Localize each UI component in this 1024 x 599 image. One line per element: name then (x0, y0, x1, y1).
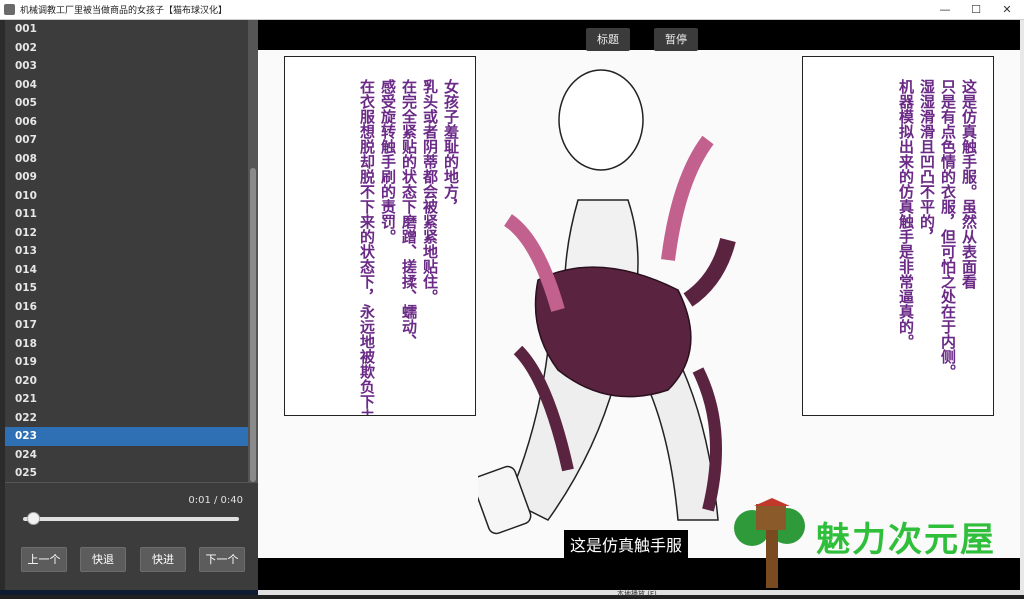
left-panel-line: 感受旋转触手刷的责罚。 (379, 79, 397, 244)
next-button[interactable]: 下一个 (199, 547, 245, 572)
app-icon (4, 4, 15, 15)
episode-item[interactable]: 014 (5, 261, 248, 280)
left-panel-line: 在完全紧贴的状态下磨蹭、搓揉、蠕动、 (400, 79, 418, 349)
time-display: 0:01 / 0:40 (188, 495, 243, 506)
left-text-panel: 女孩子羞耻的地方， 乳头或者阴蒂都会被紧紧地贴住。 在完全紧贴的状态下磨蹭、搓揉… (284, 56, 476, 416)
seek-handle[interactable] (28, 513, 40, 524)
episode-item[interactable]: 010 (5, 187, 248, 206)
episode-item[interactable]: 013 (5, 242, 248, 261)
manga-frame: 女孩子羞耻的地方， 乳头或者阴蒂都会被紧紧地贴住。 在完全紧贴的状态下磨蹭、搓揉… (258, 50, 1020, 558)
treehouse-logo-icon (734, 498, 805, 588)
episode-item[interactable]: 006 (5, 113, 248, 132)
window-title: 机械调教工厂里被当做商品的女孩子【猫布球汉化】 (20, 6, 228, 16)
episode-item[interactable]: 007 (5, 131, 248, 150)
episode-item[interactable]: 022 (5, 409, 248, 428)
episode-item[interactable]: 017 (5, 316, 248, 335)
playback-control-panel: 0:01 / 0:40 上一个 快退 快进 下一个 (5, 482, 258, 590)
watermark-logo: 魅力次元屋 (816, 520, 996, 560)
episode-item[interactable]: 021 (5, 390, 248, 409)
left-panel-line: 在衣服想脱却脱不下来的状态下，永远地被欺负下去。 (358, 79, 376, 416)
episode-item[interactable]: 012 (5, 224, 248, 243)
episode-item[interactable]: 002 (5, 39, 248, 58)
rewind-button[interactable]: 快退 (80, 547, 126, 572)
pause-button[interactable]: 暂停 (654, 28, 698, 51)
episode-item[interactable]: 009 (5, 168, 248, 187)
previous-button[interactable]: 上一个 (21, 547, 67, 572)
episode-item[interactable]: 020 (5, 372, 248, 391)
episode-item[interactable]: 023 (5, 427, 248, 446)
left-panel-line: 女孩子羞耻的地方， (442, 79, 460, 214)
left-panel-text: 女孩子羞耻的地方， 乳头或者阴蒂都会被紧紧地贴住。 在完全紧贴的状态下磨蹭、搓揉… (356, 79, 461, 416)
episode-item[interactable]: 024 (5, 446, 248, 465)
right-panel-line: 湿湿滑滑且凹凸不平的， (918, 79, 936, 244)
close-button[interactable]: ✕ (992, 0, 1022, 19)
episode-item[interactable]: 015 (5, 279, 248, 298)
episode-item[interactable]: 018 (5, 335, 248, 354)
episode-item[interactable]: 016 (5, 298, 248, 317)
episode-item[interactable]: 004 (5, 76, 248, 95)
episode-item[interactable]: 003 (5, 57, 248, 76)
right-panel-line: 机器模拟出来的仿真触手是非常逼真的。 (897, 79, 915, 349)
window-bottom-border (0, 590, 258, 595)
window-titlebar: 机械调教工厂里被当做商品的女孩子【猫布球汉化】 — ☐ ✕ (0, 0, 1024, 20)
minimize-button[interactable]: — (930, 0, 960, 19)
episode-list: 001 002 003 004 005 006 007 008 009 010 011 012 013 0… (5, 20, 248, 482)
right-panel-line: 只是有点色情的衣服，但可怕之处在于内侧。 (939, 79, 957, 379)
seek-bar[interactable] (23, 517, 239, 521)
subtitle-text: 这是仿真触手服 (564, 530, 689, 558)
maximize-button[interactable]: ☐ (961, 0, 991, 19)
right-text-panel: 这是仿真触手服。虽然从表面看 只是有点色情的衣服，但可怕之处在于内侧。 湿湿滑滑… (802, 56, 994, 416)
right-panel-line: 这是仿真触手服。虽然从表面看 (960, 79, 978, 289)
title-button[interactable]: 标题 (586, 28, 630, 51)
background-text: 本地播放 (F) (617, 590, 657, 598)
fast-forward-button[interactable]: 快进 (140, 547, 186, 572)
episode-item[interactable]: 025 (5, 464, 248, 482)
episode-item[interactable]: 019 (5, 353, 248, 372)
episode-item[interactable]: 008 (5, 150, 248, 169)
scrollbar-thumb[interactable] (250, 168, 256, 482)
video-area[interactable]: 女孩子羞耻的地方， 乳头或者阴蒂都会被紧紧地贴住。 在完全紧贴的状态下磨蹭、搓揉… (258, 20, 1020, 590)
character-illustration (478, 69, 736, 535)
right-panel-text: 这是仿真触手服。虽然从表面看 只是有点色情的衣服，但可怕之处在于内侧。 湿湿滑滑… (895, 79, 979, 379)
episode-item[interactable]: 001 (5, 20, 248, 39)
episode-item[interactable]: 005 (5, 94, 248, 113)
episode-item[interactable]: 011 (5, 205, 248, 224)
left-panel-line: 乳头或者阴蒂都会被紧紧地贴住。 (421, 79, 439, 304)
background-window-edge (1020, 20, 1024, 590)
